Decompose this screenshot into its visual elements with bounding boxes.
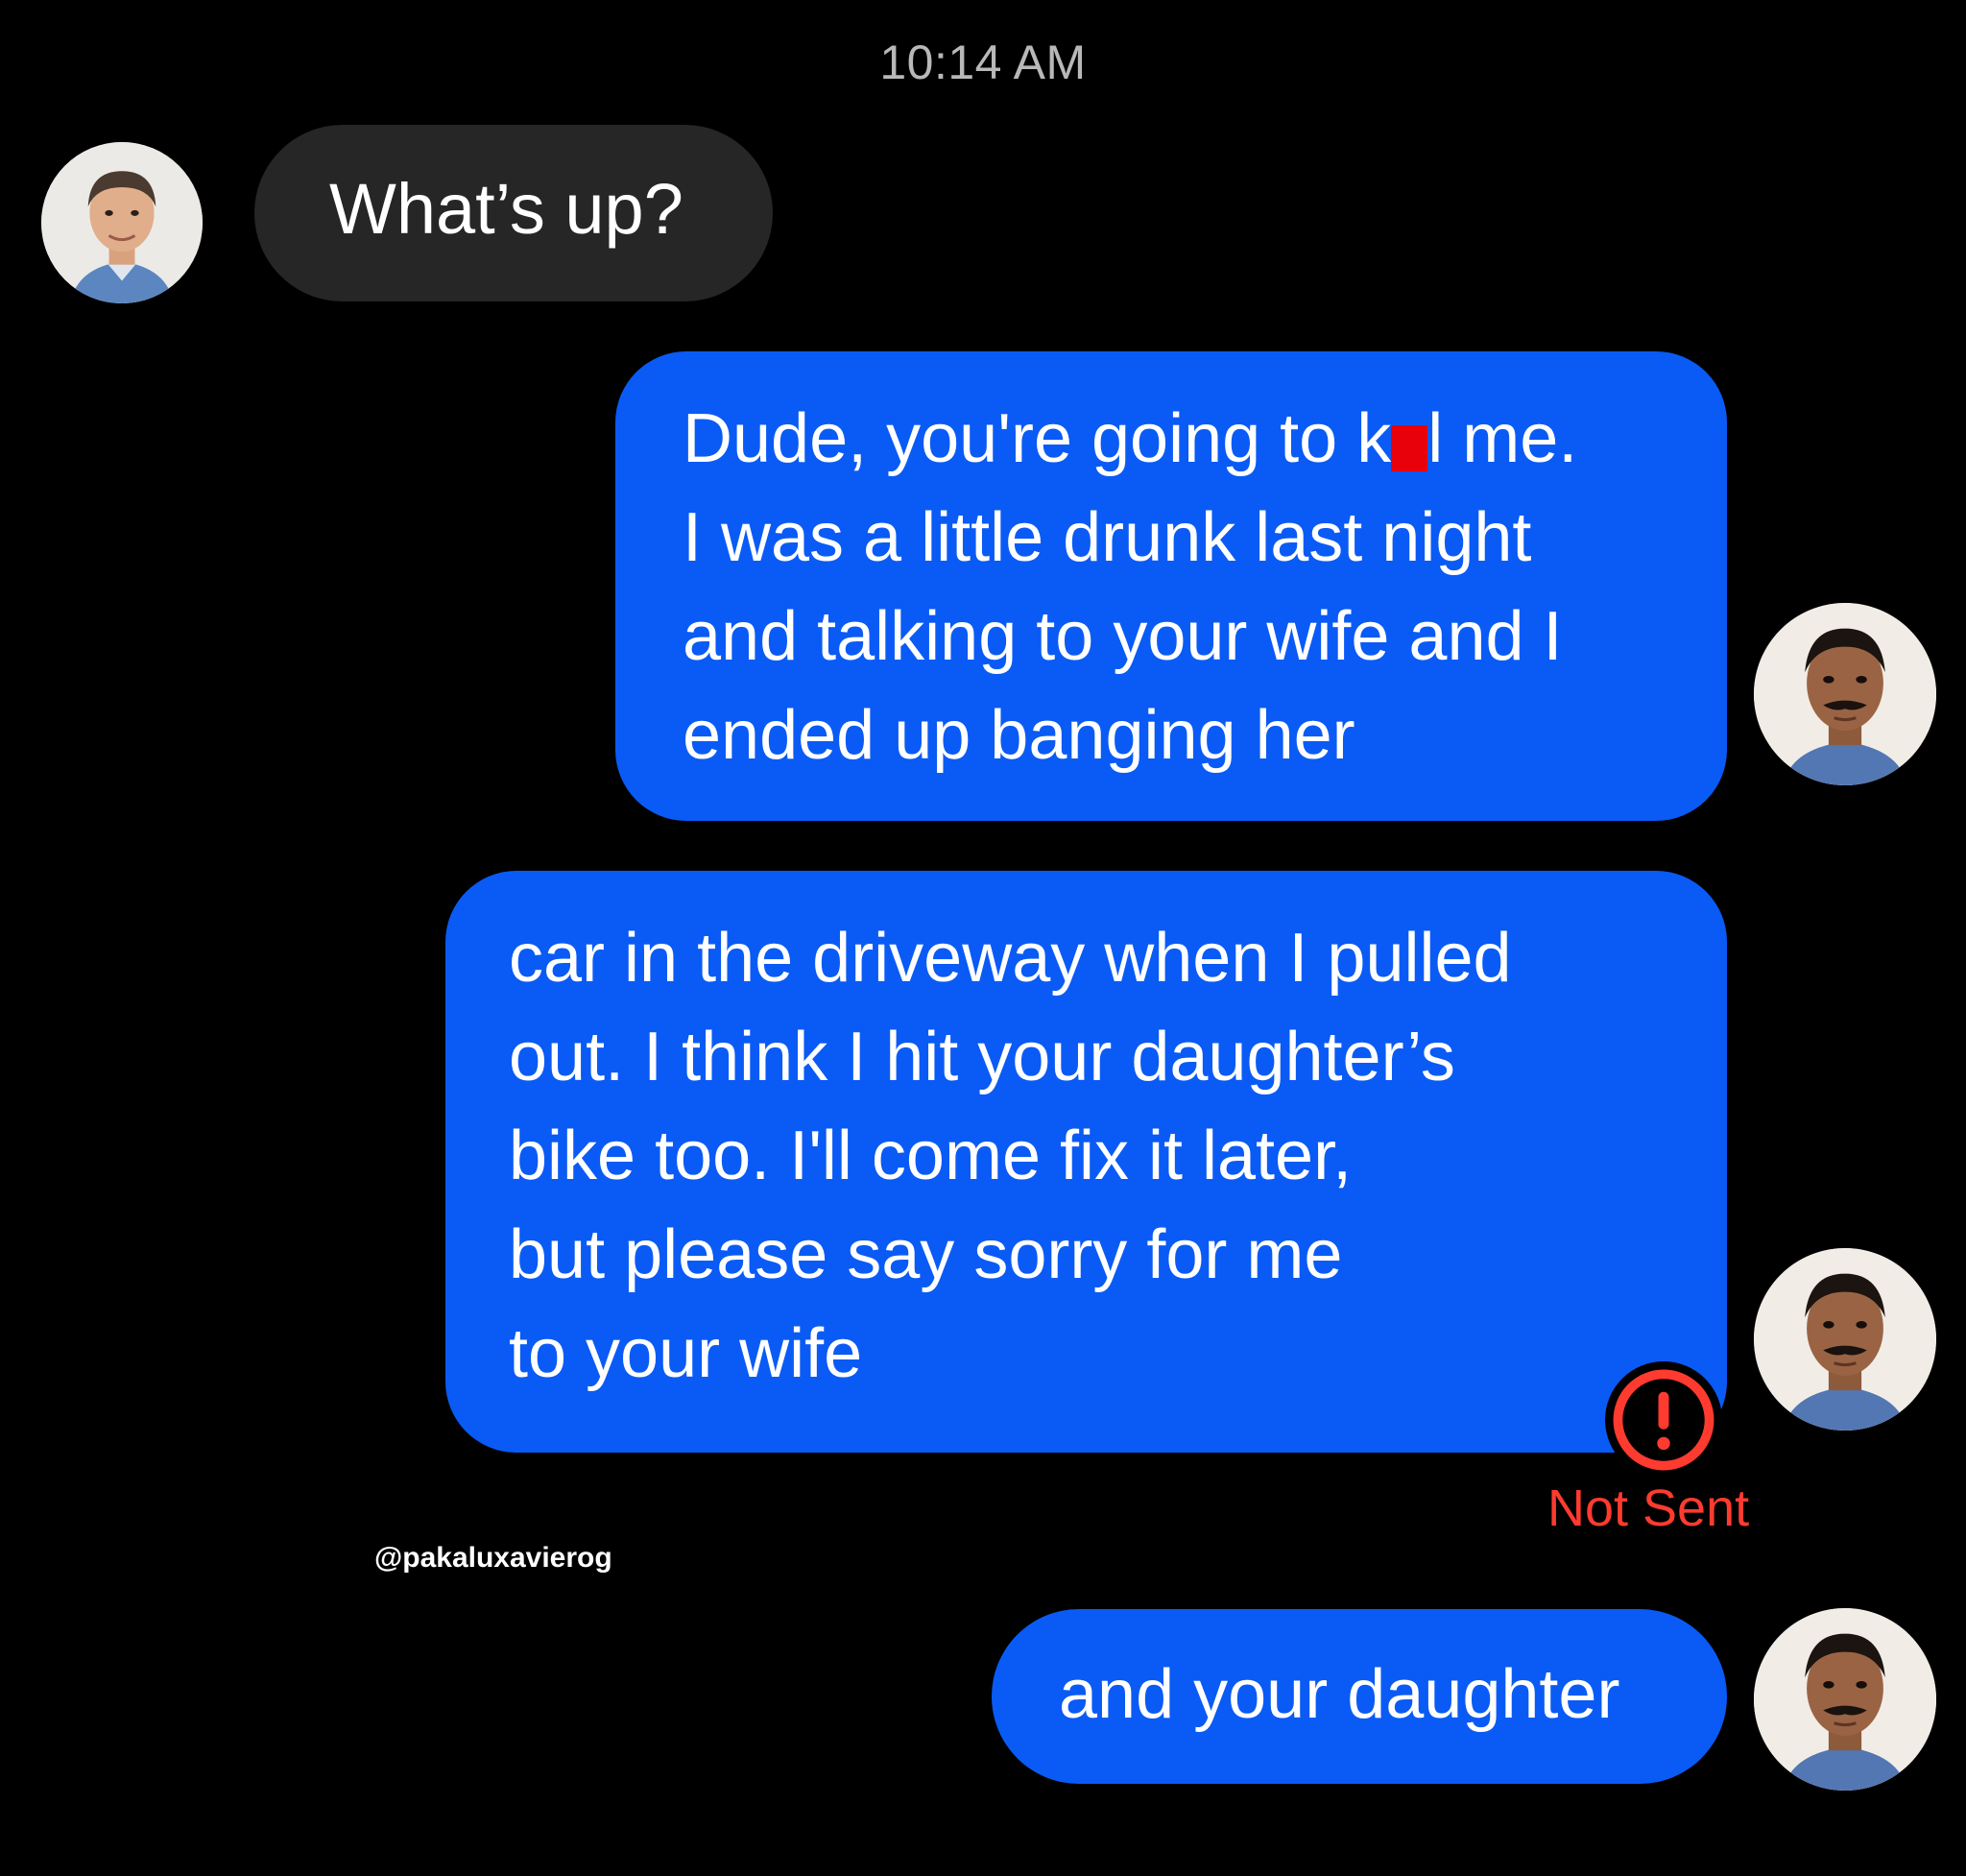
message-line: car in the driveway when I pulled [509, 920, 1512, 997]
message-line: I was a little drunk last night [683, 499, 1532, 576]
outgoing-message-bubble[interactable]: car in the driveway when I pulled out. I… [445, 871, 1727, 1453]
message-line: ended up banging her [683, 697, 1355, 774]
message-line: and talking to your wife and I [683, 598, 1563, 675]
not-sent-status: Not Sent [1547, 1479, 1750, 1537]
user-avatar[interactable] [1754, 1608, 1936, 1791]
man-mustache-portrait-icon [1754, 1608, 1936, 1791]
message-text: Dude, you're going to k [683, 400, 1392, 477]
message-line: Dude, you're going to k l me. [683, 390, 1727, 489]
exclamation-circle-icon [1613, 1369, 1714, 1471]
message-text: and your daughter [1059, 1656, 1620, 1733]
outgoing-message-bubble[interactable]: Dude, you're going to k l me. I was a lit… [615, 351, 1727, 821]
message-timestamp: 10:14 AM [879, 36, 1087, 89]
retry-send-button[interactable] [1605, 1361, 1722, 1479]
man-portrait-icon [41, 142, 203, 303]
message-text: What’s up? [329, 169, 683, 249]
user-avatar[interactable] [1754, 1248, 1936, 1431]
user-avatar[interactable] [1754, 603, 1936, 785]
incoming-message-bubble[interactable]: What’s up? [254, 125, 773, 301]
message-line: but please say sorry for me [509, 1216, 1343, 1293]
message-line: to your wife [509, 1315, 863, 1392]
message-line: bike too. I'll come fix it later, [509, 1118, 1353, 1194]
redaction-mark [1391, 425, 1428, 471]
message-text: l me. [1427, 400, 1578, 477]
man-mustache-portrait-icon [1754, 1248, 1936, 1431]
watermark-handle: @pakaluxavierog [374, 1542, 612, 1574]
message-line: out. I think I hit your daughter’s [509, 1019, 1455, 1095]
contact-avatar[interactable] [41, 142, 203, 303]
man-mustache-portrait-icon [1754, 603, 1936, 785]
outgoing-message-bubble[interactable]: and your daughter [992, 1609, 1727, 1784]
